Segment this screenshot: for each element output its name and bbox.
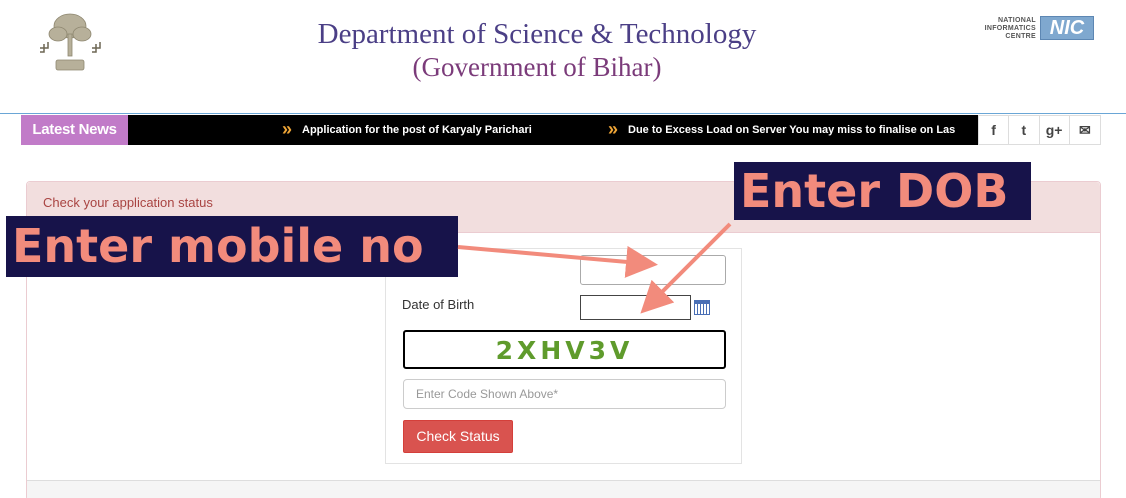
twitter-icon[interactable]: t <box>1009 116 1040 144</box>
captcha-image: 2XHV3V <box>403 330 726 369</box>
check-status-button[interactable]: Check Status <box>403 420 513 453</box>
dob-label: Date of Birth <box>402 297 475 312</box>
chevron-double-icon: » <box>282 119 293 139</box>
site-header: Department of Science & Technology (Gove… <box>0 0 1126 114</box>
facebook-icon[interactable]: f <box>979 116 1010 144</box>
page-title: Department of Science & Technology <box>317 18 757 50</box>
nic-logo-caption: NATIONAL INFORMATICS CENTRE <box>984 17 1036 40</box>
panel-footer <box>27 480 1100 498</box>
news-item[interactable]: » Due to Excess Load on Server You may mi… <box>608 115 955 145</box>
dob-input[interactable] <box>580 295 691 320</box>
news-item[interactable]: » Application for the post of Karyaly Par… <box>282 115 532 145</box>
news-item-text: Due to Excess Load on Server You may mis… <box>628 124 956 136</box>
news-ticker: Latest News » Application for the post of… <box>21 115 1101 145</box>
news-label: Latest News <box>21 115 128 145</box>
nic-logo-mark: NIC <box>1040 16 1094 40</box>
captcha-text: 2XHV3V <box>495 336 634 365</box>
google-plus-icon[interactable]: g+ <box>1040 116 1070 144</box>
panel-heading-text: Check your application status <box>43 195 213 210</box>
social-links: f t g+ ✉ <box>978 115 1101 145</box>
page-subtitle: (Government of Bihar) <box>412 52 662 82</box>
nic-logo[interactable]: NATIONAL INFORMATICS CENTRE NIC <box>964 16 1096 42</box>
mail-icon[interactable]: ✉ <box>1070 116 1100 144</box>
annotation-dob: Enter DOB <box>734 162 1031 220</box>
news-item-text: Application for the post of Karyaly Pari… <box>302 124 532 136</box>
captcha-code-input[interactable]: Enter Code Shown Above* <box>403 379 726 409</box>
mobile-input[interactable] <box>580 255 726 285</box>
chevron-double-icon: » <box>608 119 619 139</box>
calendar-icon[interactable] <box>694 300 710 315</box>
news-track: » Application for the post of Karyaly Par… <box>128 115 978 145</box>
annotation-mobile: Enter mobile no <box>6 216 458 277</box>
